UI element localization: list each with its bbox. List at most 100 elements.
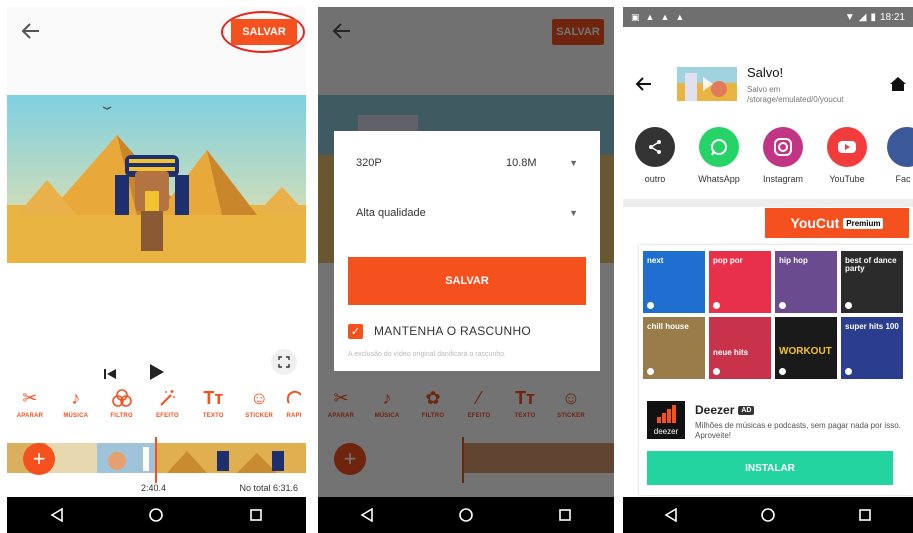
music-note-icon: ♪ [71,387,81,408]
checkmark-icon: ✓ [350,326,361,338]
playlist-tile: WORKOUT [775,317,837,379]
tool-speed[interactable]: RAPI [282,381,306,435]
warning-icon: ▲ [645,11,655,22]
magic-wand-icon [158,387,176,409]
nav-back-icon[interactable] [37,500,77,530]
nav-home-icon[interactable] [136,500,176,530]
home-icon[interactable] [889,75,907,98]
speed-icon [287,387,302,409]
resolution-value: 320P [356,157,382,169]
android-nav-bar [7,497,306,533]
ad-playlist-grid: next pop por hip hop best of dance party… [643,251,903,379]
ad-card[interactable]: next pop por hip hop best of dance party… [639,245,913,495]
quality-value: Alta qualidade [356,207,426,219]
screenshot-collage: SALVAR ✂ APARAR ♪ MÚSICA FILTRO EFEITO T… [0,0,913,533]
signal-icon: ◢ [858,11,867,23]
ad-name: Deezer [695,403,735,417]
tool-music[interactable]: ♪ MÚSICA [53,381,99,435]
install-button[interactable]: INSTALAR [647,451,893,485]
nav-back-icon[interactable] [347,500,387,530]
share-youtube[interactable]: YouTube [815,127,879,189]
play-dot-icon [647,368,654,375]
deezer-logo-text: deezer [653,427,679,436]
warning-icon: ▲ [675,11,685,22]
save-options-dialog: 320P 10.8M ▼ Alta qualidade ▼ SALVAR ✓ M… [334,131,600,371]
play-dot-icon [647,302,654,309]
share-whatsapp[interactable]: WhatsApp [687,127,751,189]
keep-draft-checkbox[interactable]: ✓ [348,324,363,339]
share-instagram[interactable]: Instagram [751,127,815,189]
warning-icon: ▲ [660,11,670,22]
smiley-icon: ☺ [249,387,269,408]
ad-badge: AD [738,405,755,415]
android-nav-bar [318,497,614,533]
playhead[interactable] [155,437,157,483]
facebook-icon [887,127,913,167]
status-bar: ▣ ▲ ▲ ▲ ▼ ◢ ▮ 18:21 [623,7,913,27]
premium-brand: YouCut [790,215,840,231]
saved-share-screen: ▣ ▲ ▲ ▲ ▼ ◢ ▮ 18:21 Salvo! Salvo em /sto… [623,7,913,533]
nav-recents-icon[interactable] [236,500,276,530]
editor-screen: SALVAR ✂ APARAR ♪ MÚSICA FILTRO EFEITO T… [7,7,306,533]
premium-badge: Premium [843,217,884,229]
status-time: 18:21 [879,11,905,23]
playlist-tile: pop por [709,251,771,313]
share-facebook[interactable]: Fac [879,127,913,189]
keep-draft-label: MANTENHA O RASCUNHO [374,324,532,338]
nav-home-icon[interactable] [748,500,788,530]
draft-note: A exclusão do vídeo original danificará … [348,351,506,358]
saved-header: Salvo! Salvo em /storage/emulated/0/youc… [623,27,913,137]
share-icon [635,127,675,167]
saved-title: Salvo! [747,65,784,80]
play-dot-icon [713,368,720,375]
playlist-tile: hip hop [775,251,837,313]
dialog-save-button[interactable]: SALVAR [348,257,586,305]
playlist-tile: super hits 100 [841,317,903,379]
instagram-icon [763,127,803,167]
ad-title: Deezer AD [695,403,755,417]
android-nav-bar [623,497,913,533]
tool-trim[interactable]: ✂ APARAR [7,381,53,435]
nav-recents-icon[interactable] [845,500,885,530]
scissors-icon: ✂ [22,387,38,408]
back-arrow-icon[interactable] [19,19,43,43]
back-arrow-icon[interactable] [635,75,653,98]
nav-home-icon[interactable] [446,500,486,530]
section-divider [623,199,913,207]
play-dot-icon [845,368,852,375]
resolution-select[interactable]: 320P 10.8M ▼ [356,153,578,173]
play-dot-icon [779,368,786,375]
playlist-tile: best of dance party [841,251,903,313]
notification-icons: ▣ ▲ ▲ ▲ [631,12,684,23]
save-button[interactable]: SALVAR [231,19,297,45]
tool-effect[interactable]: EFEITO [145,381,191,435]
whatsapp-icon [699,127,739,167]
tool-filter[interactable]: FILTRO [99,381,145,435]
chevron-down-icon: ▼ [569,208,578,218]
add-clip-button[interactable]: + [23,443,55,475]
video-preview [7,95,306,263]
wifi-icon: ▼ [844,11,855,23]
tools-toolbar: ✂ APARAR ♪ MÚSICA FILTRO EFEITO Tт TEXTO… [7,381,306,435]
play-dot-icon [713,302,720,309]
fullscreen-icon[interactable] [271,349,297,375]
youtube-icon [827,127,867,167]
tool-text[interactable]: Tт TEXTO [190,381,236,435]
premium-banner[interactable]: YouCut Premium [765,208,909,238]
quality-select[interactable]: Alta qualidade ▼ [356,203,578,223]
deezer-logo: deezer [647,401,685,439]
share-other[interactable]: outro [623,127,687,189]
equalizer-icon [656,405,676,423]
nav-recents-icon[interactable] [545,500,585,530]
playlist-tile: chill house [643,317,705,379]
play-dot-icon [779,302,786,309]
editor-top-bar: SALVAR [7,7,306,95]
status-right: ▼ ◢ ▮ 18:21 [845,12,905,23]
saved-path: Salvo em /storage/emulated/0/youcut [747,85,844,104]
nav-back-icon[interactable] [651,500,691,530]
share-targets: outro WhatsApp Instagram YouTube Fac [623,127,913,189]
playlist-tile: next [643,251,705,313]
tool-sticker[interactable]: ☺ STICKER [236,381,282,435]
file-size-value: 10.8M [506,157,537,169]
timeline[interactable]: + 2:40.4 No total 6:31.6 [7,435,306,497]
